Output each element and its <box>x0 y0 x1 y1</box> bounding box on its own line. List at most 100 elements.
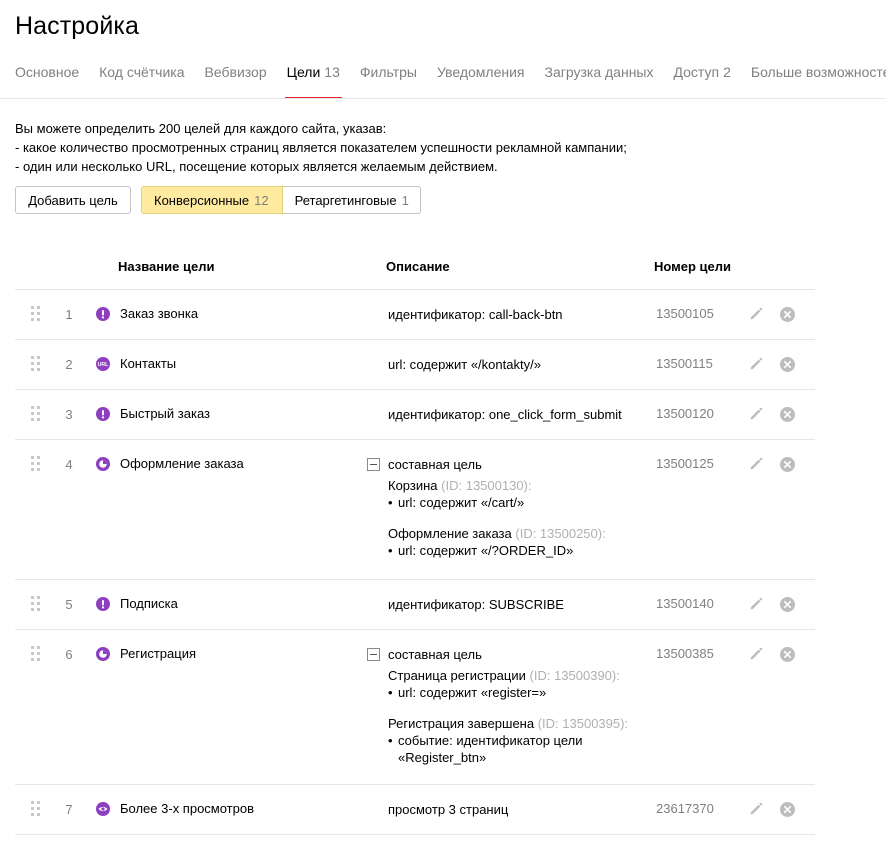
retargeting-count: 1 <box>401 192 409 208</box>
drag-handle-icon[interactable] <box>31 596 41 612</box>
delete-icon[interactable] <box>780 407 795 422</box>
goal-id: 23617370 <box>656 801 714 816</box>
step-condition: url: содержит «register=» <box>388 684 620 701</box>
edit-icon[interactable] <box>748 356 764 372</box>
retargeting-label: Ретаргетинговые <box>294 192 397 208</box>
goal-row: 7 Более 3-х просмотров просмотр 3 страни… <box>15 784 815 835</box>
goal-number: 4 <box>65 457 73 472</box>
goal-id: 13500125 <box>656 456 714 471</box>
exclamation-icon <box>96 407 110 421</box>
goal-id: 13500385 <box>656 646 714 661</box>
edit-icon[interactable] <box>748 596 764 612</box>
goal-number: 2 <box>65 357 73 372</box>
edit-icon[interactable] <box>748 406 764 422</box>
goal-name: Подписка <box>120 596 178 611</box>
edit-icon[interactable] <box>748 801 764 817</box>
drag-handle-icon[interactable] <box>31 801 41 817</box>
composite-step: Страница регистрации (ID: 13500390): url… <box>388 667 620 701</box>
delete-icon[interactable] <box>780 802 795 817</box>
goal-name: Регистрация <box>120 646 196 661</box>
step-name: Регистрация завершена <box>388 716 535 731</box>
exclamation-icon <box>96 307 110 321</box>
goal-description: идентификатор: one_click_form_submit <box>388 407 622 422</box>
goal-name: Более 3-х просмотров <box>120 801 255 816</box>
tab-counter-code[interactable]: Код счётчика <box>99 64 184 99</box>
tabs-divider <box>0 98 886 99</box>
step-condition-continued: «Register_btn» <box>398 750 487 765</box>
eye-icon <box>96 802 110 816</box>
delete-icon[interactable] <box>780 597 795 612</box>
intro-line: - один или несколько URL, посещение кото… <box>15 159 498 174</box>
url-icon <box>96 357 110 371</box>
drag-handle-icon[interactable] <box>31 306 41 322</box>
tab-main[interactable]: Основное <box>15 64 79 99</box>
step-name: Корзина <box>388 478 438 493</box>
composite-step: Оформление заказа (ID: 13500250): url: с… <box>388 525 606 559</box>
intro-line: Вы можете определить 200 целей для каждо… <box>15 121 387 136</box>
goal-number: 5 <box>65 597 73 612</box>
drag-handle-icon[interactable] <box>31 646 41 662</box>
column-header-name: Название цели <box>118 259 215 274</box>
goal-row: 3 Быстрый заказ идентификатор: one_click… <box>15 389 815 440</box>
composite-goal-icon <box>96 457 110 471</box>
goal-id: 13500140 <box>656 596 714 611</box>
goal-row: 6 Регистрация составная цель Страница ре… <box>15 629 815 785</box>
tab-notifications[interactable]: Уведомления <box>437 64 525 99</box>
column-header-description: Описание <box>386 259 450 274</box>
goal-description: идентификатор: SUBSCRIBE <box>388 597 564 612</box>
drag-handle-icon[interactable] <box>31 406 41 422</box>
step-id: (ID: 13500130): <box>441 478 532 493</box>
tab-access-count: 2 <box>723 64 731 80</box>
goal-number: 3 <box>65 407 73 422</box>
step-id: (ID: 13500390): <box>529 668 620 683</box>
tab-webvisor[interactable]: Вебвизор <box>205 64 267 99</box>
tab-data-upload[interactable]: Загрузка данных <box>545 64 654 99</box>
delete-icon[interactable] <box>780 307 795 322</box>
tab-access[interactable]: Доступ 2 <box>674 64 731 99</box>
step-condition: url: содержит «/?ORDER_ID» <box>388 542 606 559</box>
settings-tabs: Основное Код счётчика Вебвизор Цели 13 Фи… <box>15 64 886 99</box>
collapse-toggle[interactable] <box>367 648 380 661</box>
goal-name: Контакты <box>120 356 177 371</box>
composite-step: Регистрация завершена (ID: 13500395): со… <box>388 715 628 766</box>
page-title: Настройка <box>15 12 139 40</box>
retargeting-goals-toggle[interactable]: Ретаргетинговые 1 <box>282 186 421 214</box>
delete-icon[interactable] <box>780 647 795 662</box>
goal-name: Быстрый заказ <box>120 406 210 421</box>
goal-id: 13500105 <box>656 306 714 321</box>
drag-handle-icon[interactable] <box>31 356 41 372</box>
edit-icon[interactable] <box>748 646 764 662</box>
edit-icon[interactable] <box>748 456 764 472</box>
tab-goals-count: 13 <box>324 64 340 80</box>
tab-filters[interactable]: Фильтры <box>360 64 417 99</box>
goal-row: 1 Заказ звонка идентификатор: call-back-… <box>15 289 815 340</box>
composite-step: Корзина (ID: 13500130): url: содержит «/… <box>388 477 532 511</box>
column-header-id: Номер цели <box>654 259 732 274</box>
step-name: Страница регистрации <box>388 668 526 683</box>
goal-row: 4 Оформление заказа составная цель Корзи… <box>15 439 815 580</box>
tab-goals[interactable]: Цели 13 <box>284 64 343 99</box>
goal-description: url: содержит «/kontakty/» <box>388 357 541 372</box>
composite-goal-label: составная цель <box>388 457 482 472</box>
add-goal-button[interactable]: Добавить цель <box>15 186 131 214</box>
conversion-goals-toggle[interactable]: Конверсионные 12 <box>141 186 283 214</box>
intro-line: - какое количество просмотренных страниц… <box>15 140 627 155</box>
conversion-count: 12 <box>254 192 269 208</box>
drag-handle-icon[interactable] <box>31 456 41 472</box>
collapse-toggle[interactable] <box>367 458 380 471</box>
goal-number: 6 <box>65 647 73 662</box>
goal-id: 13500120 <box>656 406 714 421</box>
delete-icon[interactable] <box>780 457 795 472</box>
goal-row: 2 Контакты url: содержит «/kontakty/» 13… <box>15 339 815 390</box>
goal-description: идентификатор: call-back-btn <box>388 307 563 322</box>
conversion-label: Конверсионные <box>154 192 250 208</box>
delete-icon[interactable] <box>780 357 795 372</box>
composite-goal-icon <box>96 647 110 661</box>
goal-row: 5 Подписка идентификатор: SUBSCRIBE 1350… <box>15 579 815 630</box>
goal-name: Заказ звонка <box>120 306 199 321</box>
goal-number: 7 <box>65 802 73 817</box>
tab-more-features[interactable]: Больше возможностей <box>751 64 886 99</box>
step-id: (ID: 13500250): <box>515 526 606 541</box>
edit-icon[interactable] <box>748 306 764 322</box>
goal-type-switch: Конверсионные 12 Ретаргетинговые 1 <box>141 186 421 214</box>
